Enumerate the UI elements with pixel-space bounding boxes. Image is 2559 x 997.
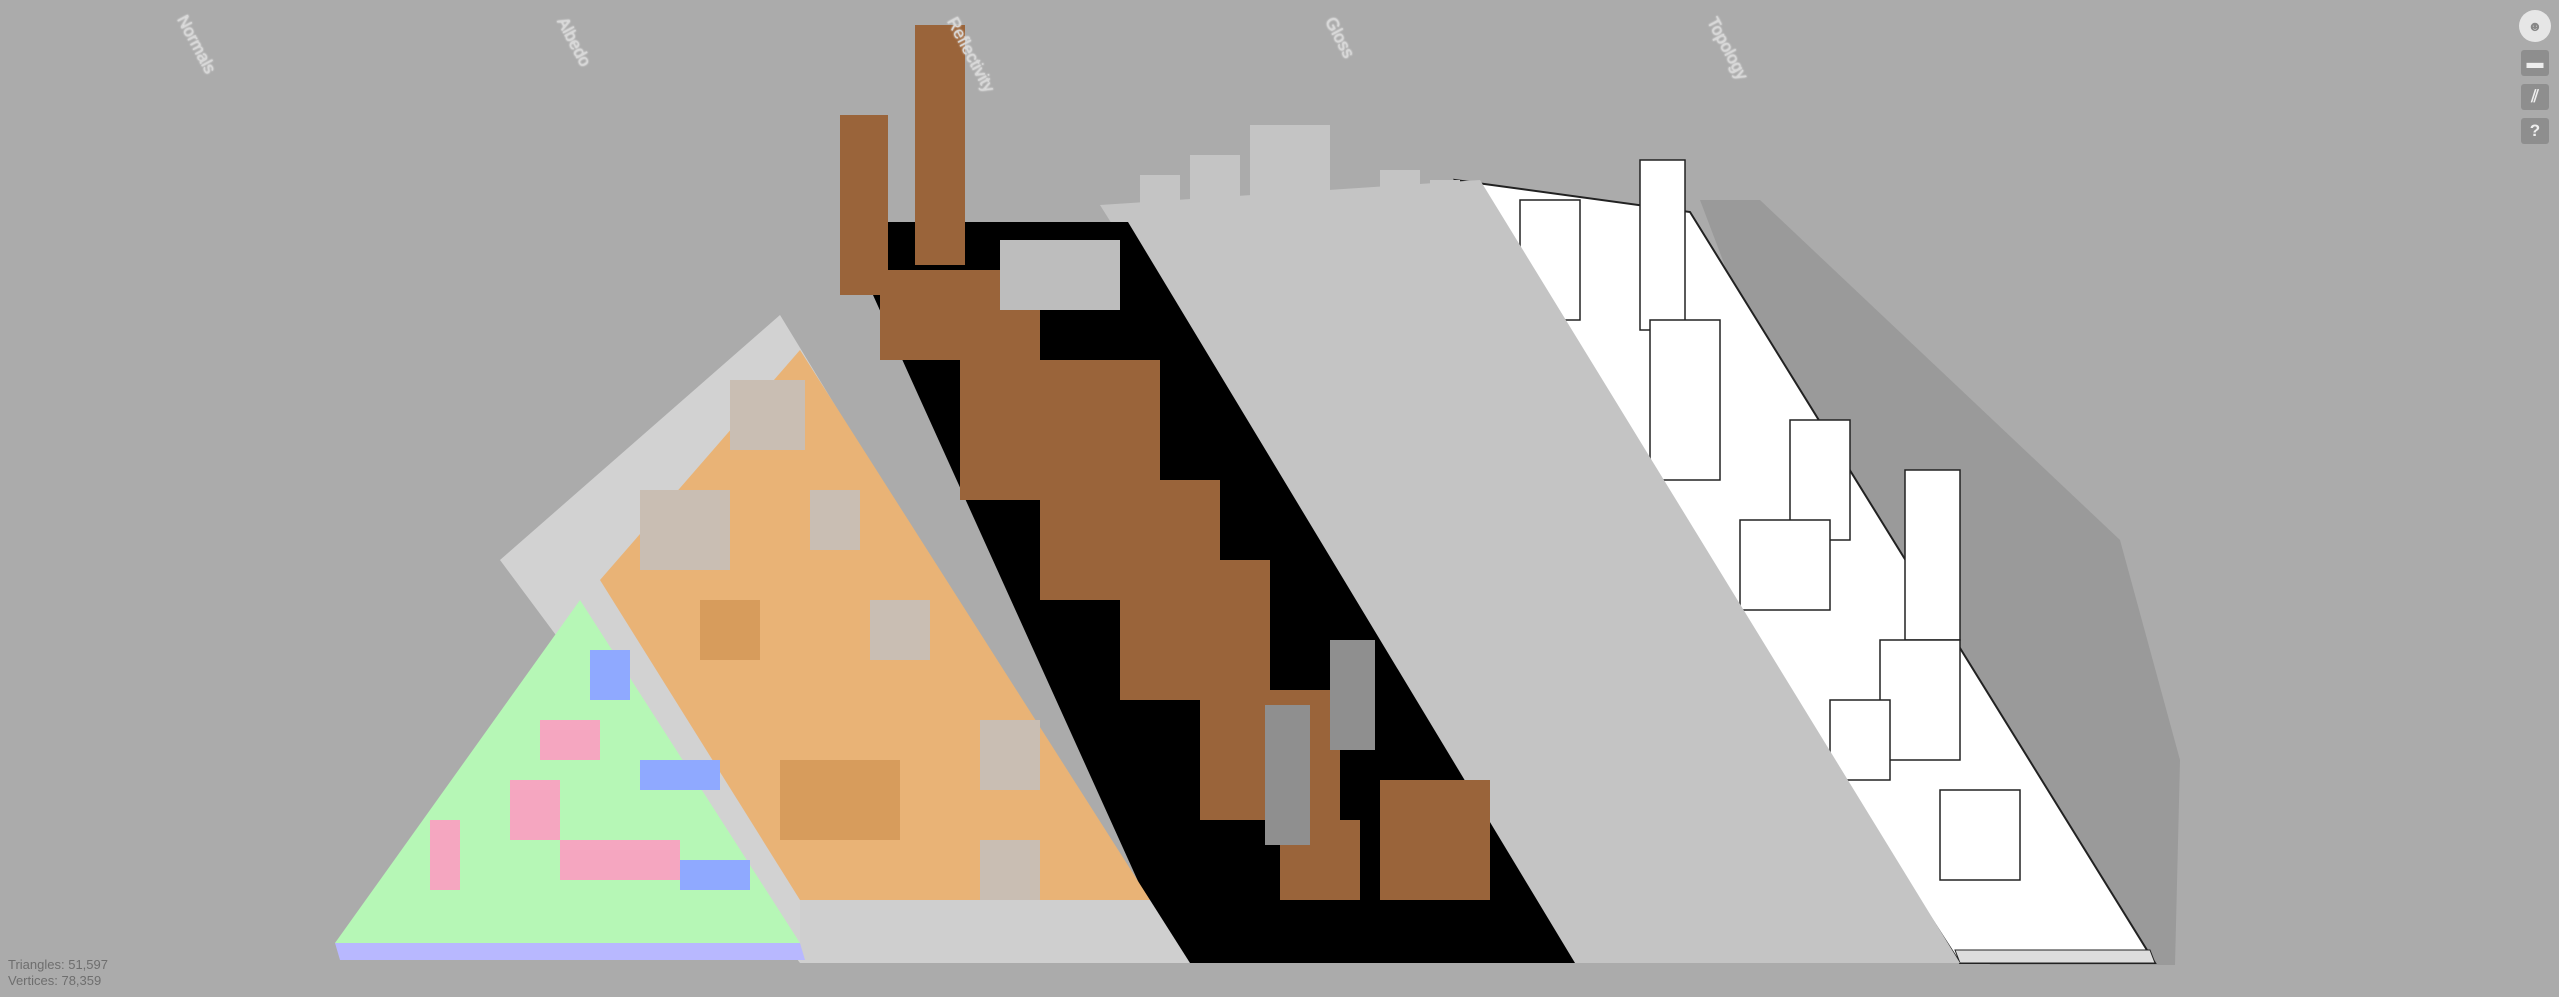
3d-viewport[interactable]	[0, 0, 2559, 997]
topology-front-edge	[1954, 949, 2156, 964]
help-icon[interactable]: ?	[2521, 118, 2549, 144]
triangle-count: Triangles: 51,597	[8, 957, 108, 972]
avatar-icon[interactable]: ☻	[2519, 10, 2551, 42]
albedo-base	[800, 900, 1190, 963]
render-stats: Triangles: 51,597 Vertices: 78,359	[8, 957, 108, 989]
viewer-toolbar: ☻ ▬ ⫽ ?	[2519, 10, 2551, 144]
fullscreen-icon[interactable]: ▬	[2521, 50, 2549, 76]
wireframe-icon[interactable]: ⫽	[2521, 84, 2549, 110]
vertex-count: Vertices: 78,359	[8, 973, 102, 988]
normals-base	[335, 943, 805, 960]
